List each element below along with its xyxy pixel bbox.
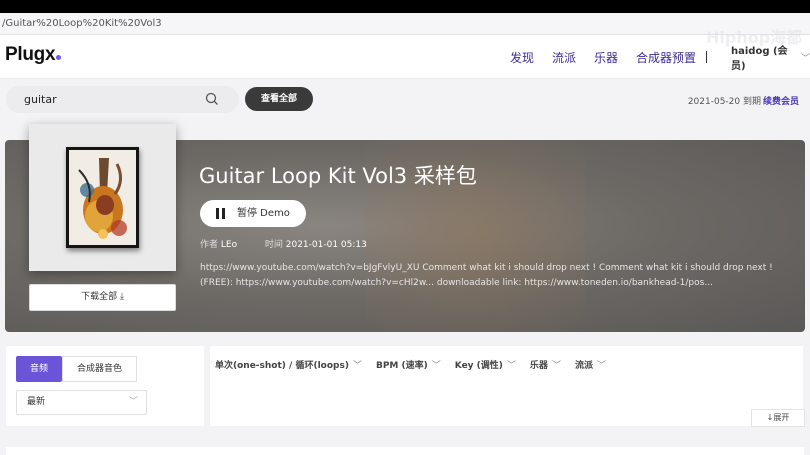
publish-time: 2021-01-01 05:13 [285, 240, 367, 250]
download-all-button[interactable]: 下载全部 ⤓ [29, 284, 176, 311]
membership-info: 2021-05-20 到期 续费会员 [688, 94, 799, 107]
nav-link-synth-presets[interactable]: 合成器预置 [636, 49, 696, 66]
plugx-logo[interactable]: Plugx [5, 44, 62, 66]
nav-links: 发现 流派 乐器 合成器预置 [510, 35, 714, 79]
pack-cover [29, 124, 176, 271]
chevron-down-icon: ﹀ [551, 361, 561, 371]
author-label: 作者 [200, 240, 219, 250]
search-icon[interactable] [205, 92, 219, 106]
description-line-2: (FREE): https://www.youtube.com/watch?v=… [200, 278, 713, 288]
filter-bar: 单次(one-shot) / 循环(loops) ﹀ BPM (速率) ﹀ Key … [215, 358, 620, 371]
chevron-down-icon: ﹀ [352, 361, 362, 371]
nav-link-genre[interactable]: 流派 [552, 49, 576, 66]
tab-synth-sounds[interactable]: 合成器音色 [62, 356, 137, 382]
pause-demo-button[interactable]: 暂停 Demo [200, 200, 306, 227]
results-list-top [6, 447, 804, 455]
guitar-artwork [69, 150, 136, 245]
screen-top-bar [0, 0, 810, 13]
tab-audio[interactable]: 音频 [16, 356, 62, 382]
address-bar[interactable]: /Guitar%20Loop%20Kit%20Vol3 [0, 13, 810, 35]
type-filter-panel: 音频 合成器音色 最新 ﹀ [6, 346, 204, 426]
watermark: Hiphop海都 [706, 28, 803, 47]
nav-link-instrument[interactable]: 乐器 [594, 49, 618, 66]
download-icon: ⤓ [119, 292, 124, 302]
chevron-down-icon: ﹀ [596, 361, 606, 371]
sort-select[interactable]: 最新 ﹀ [16, 390, 147, 415]
filter-instrument[interactable]: 乐器 ﹀ [530, 358, 561, 371]
pack-description: https://www.youtube.com/watch?v=bJgFvlyU… [200, 261, 800, 291]
download-all-label: 下载全部 [81, 292, 118, 302]
search-input[interactable]: guitar [24, 86, 57, 113]
cover-frame [66, 147, 139, 248]
time-label: 时间 [264, 240, 283, 250]
chevron-down-icon: ﹀ [128, 397, 138, 407]
pause-demo-label: 暂停 Demo [237, 208, 290, 219]
expand-label: 展开 [773, 413, 790, 422]
guitar-art-icon [69, 150, 136, 245]
filter-oneshot-loops[interactable]: 单次(one-shot) / 循环(loops) ﹀ [215, 358, 362, 371]
filter-bpm[interactable]: BPM (速率) ﹀ [376, 358, 441, 371]
nav-divider [706, 51, 707, 63]
filter-key[interactable]: Key (调性) ﹀ [455, 358, 516, 371]
chevron-down-icon: ﹀ [800, 53, 810, 64]
chevron-down-icon: ﹀ [431, 361, 441, 371]
chevron-down-icon: ﹀ [506, 361, 516, 371]
pack-title: Guitar Loop Kit Vol3 采样包 [199, 164, 477, 188]
pause-icon [216, 208, 225, 219]
renew-membership-link[interactable]: 续费会员 [763, 97, 799, 107]
sort-selected-value: 最新 [27, 397, 46, 407]
expiry-date: 2021-05-20 到期 [687, 97, 761, 107]
sample-filter-panel: 单次(one-shot) / 循环(loops) ﹀ BPM (速率) ﹀ Key … [210, 346, 803, 426]
search-box[interactable]: guitar [6, 86, 239, 113]
description-line-1: https://www.youtube.com/watch?v=bJgFvlyU… [200, 263, 773, 273]
pack-meta: 作者 LEo 时间 2021-01-01 05:13 [200, 237, 367, 250]
nav-link-discover[interactable]: 发现 [510, 49, 534, 66]
expand-button[interactable]: ↓展开 [751, 409, 805, 427]
logo-dot [56, 55, 62, 60]
view-all-button[interactable]: 查看全部 [245, 87, 313, 111]
filter-genre[interactable]: 流派 ﹀ [575, 358, 606, 371]
top-navbar: Plugx 发现 流派 乐器 合成器预置 haidog (会员) ﹀ [0, 35, 810, 79]
author-name[interactable]: LEo [221, 240, 237, 250]
